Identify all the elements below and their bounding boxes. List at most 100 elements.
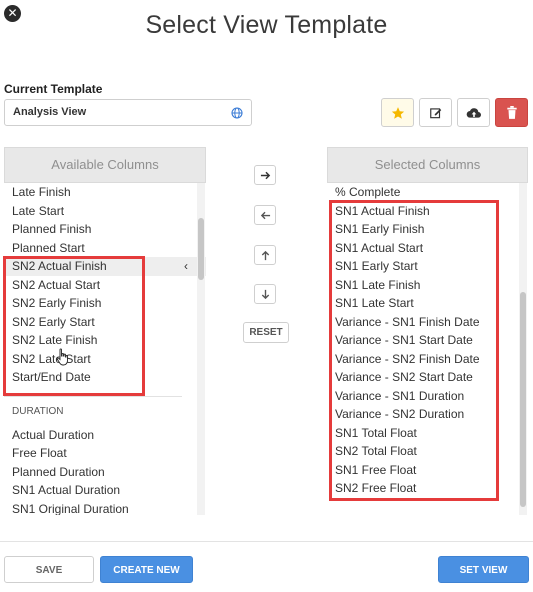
save-button[interactable]: SAVE	[4, 556, 94, 583]
list-item-label: % Complete	[335, 185, 401, 199]
list-item[interactable]: SN1 Early Start	[327, 257, 528, 276]
cloud-upload-button[interactable]	[457, 98, 490, 127]
set-view-button[interactable]: SET VIEW	[438, 556, 529, 583]
list-item[interactable]: SN1 Total Float	[327, 424, 528, 443]
list-item[interactable]: SN1 Early Finish	[327, 220, 528, 239]
arrow-down-icon	[261, 289, 269, 299]
favorite-button[interactable]	[381, 98, 414, 127]
list-item-label: Variance - SN1 Finish Date	[335, 314, 480, 329]
list-item[interactable]: SN2 Actual Finish ‹	[4, 257, 206, 276]
list-item[interactable]: SN2 Late Start	[4, 350, 206, 369]
list-item[interactable]: Planned Start	[4, 239, 206, 258]
list-item[interactable]: Planned Duration	[4, 463, 206, 482]
list-item-label: Variance - SN2 Finish Date	[335, 351, 480, 366]
list-item[interactable]: Planned Finish	[4, 220, 206, 239]
current-template-label: Current Template	[4, 82, 103, 96]
list-item[interactable]: SN1 Free Float	[327, 461, 528, 480]
list-item-label: SN1 Actual Finish	[335, 203, 430, 218]
list-item-label: SN1 Free Float	[335, 462, 417, 477]
list-item[interactable]: SN2 Early Start	[4, 313, 206, 332]
list-item-label: SN1 Original Duration	[12, 501, 129, 516]
list-item-label: SN1 Early Finish	[335, 222, 425, 236]
footer-divider	[0, 541, 533, 542]
list-item[interactable]: Actual Duration	[4, 426, 206, 445]
list-item-label: SN2 Free Float	[335, 481, 417, 495]
list-item-label: Variance - SN1 Start Date	[335, 333, 473, 347]
list-item[interactable]: SN1 Late Finish	[327, 276, 528, 295]
list-item-label: SN2 Actual Finish	[12, 259, 107, 273]
list-item[interactable]: SN1 Actual Finish	[327, 202, 528, 221]
move-right-button[interactable]	[254, 165, 276, 185]
move-left-button[interactable]	[254, 205, 276, 225]
list-item[interactable]: % Complete	[327, 183, 528, 202]
available-columns-list[interactable]: Late Finish Late Start Planned Finish Plann…	[4, 183, 206, 515]
list-item[interactable]: SN1 Late Start	[327, 294, 528, 313]
list-item[interactable]: Start/End Date	[4, 368, 206, 387]
globe-icon	[231, 107, 243, 119]
list-item-label: Variance - SN2 Start Date	[335, 370, 473, 384]
list-item-label: Planned Start	[12, 240, 85, 255]
list-item[interactable]: SN2 Late Finish	[4, 331, 206, 350]
delete-button[interactable]	[495, 98, 528, 127]
create-new-button[interactable]: CREATE NEW	[100, 556, 193, 583]
section-label-duration: DURATION	[12, 405, 64, 417]
list-item-label: SN2 Total Float	[335, 444, 417, 458]
selected-columns-header: Selected Columns	[327, 147, 528, 183]
list-item-label: SN2 Early Start	[12, 314, 95, 329]
list-item-label: Variance - SN2 Duration	[335, 407, 465, 421]
trash-icon	[506, 105, 517, 119]
selected-columns-list[interactable]: % Complete SN1 Actual Finish SN1 Early Fin…	[327, 183, 528, 515]
list-item[interactable]: Variance - SN1 Duration	[327, 387, 528, 406]
list-item[interactable]: Variance - SN1 Finish Date	[327, 313, 528, 332]
list-item[interactable]: SN1 Original Duration	[4, 500, 206, 516]
list-item[interactable]: Variance - SN2 Start Date	[327, 368, 528, 387]
list-item-label: SN2 Early Finish	[12, 296, 102, 310]
edit-button[interactable]	[419, 98, 452, 127]
list-item-label: SN1 Actual Start	[335, 240, 424, 255]
list-item-label: SN1 Total Float	[335, 425, 417, 440]
list-item[interactable]: SN2 Free Float	[327, 479, 528, 498]
list-item-label: Planned Finish	[12, 222, 92, 236]
template-select[interactable]: Analysis View	[4, 99, 252, 126]
reset-button[interactable]: RESET	[243, 322, 289, 343]
dialog-title: Select View Template	[145, 11, 388, 39]
list-item-label: Late Start	[12, 203, 65, 218]
selected-scrollbar-thumb[interactable]	[520, 292, 526, 507]
list-item[interactable]: SN1 Actual Duration	[4, 481, 206, 500]
list-item-label: Planned Duration	[12, 464, 105, 479]
list-item-label: SN2 Late Finish	[12, 333, 98, 347]
list-item[interactable]: Variance - SN2 Duration	[327, 405, 528, 424]
list-item-label: SN1 Early Start	[335, 259, 418, 273]
list-item-label: SN1 Actual Duration	[12, 483, 121, 497]
list-item[interactable]: SN2 Early Finish	[4, 294, 206, 313]
section-divider	[4, 396, 182, 397]
list-item[interactable]: Late Start	[4, 202, 206, 221]
list-item[interactable]: Variance - SN2 Finish Date	[327, 350, 528, 369]
list-item-label: Variance - SN1 Duration	[335, 388, 465, 403]
list-item[interactable]: Late Finish	[4, 183, 206, 202]
list-item[interactable]: Variance - SN1 Start Date	[327, 331, 528, 350]
template-select-value: Analysis View	[13, 106, 87, 118]
arrow-right-icon	[260, 171, 270, 179]
move-down-button[interactable]	[254, 284, 276, 304]
list-item-label: SN1 Late Finish	[335, 277, 421, 292]
cloud-upload-icon	[466, 107, 481, 118]
list-item-label: Late Finish	[12, 185, 71, 199]
edit-icon	[429, 107, 441, 118]
list-item-label: SN2 Actual Start	[12, 277, 101, 292]
list-item-label: SN2 Late Start	[12, 351, 91, 366]
list-item[interactable]: Free Float	[4, 444, 206, 463]
list-item-label: SN1 Late Start	[335, 296, 414, 310]
list-item[interactable]: SN2 Actual Start	[4, 276, 206, 295]
chevron-left-icon[interactable]: ‹	[184, 257, 188, 276]
arrow-left-icon	[260, 211, 270, 219]
list-item[interactable]: SN2 Total Float	[327, 442, 528, 461]
available-scrollbar-thumb[interactable]	[198, 218, 204, 280]
move-up-button[interactable]	[254, 245, 276, 265]
list-item-label: Actual Duration	[12, 427, 95, 442]
list-item-label: Free Float	[12, 446, 67, 460]
list-item[interactable]: SN1 Actual Start	[327, 239, 528, 258]
arrow-up-icon	[261, 250, 269, 260]
available-columns-header: Available Columns	[4, 147, 206, 183]
star-icon	[391, 106, 404, 119]
